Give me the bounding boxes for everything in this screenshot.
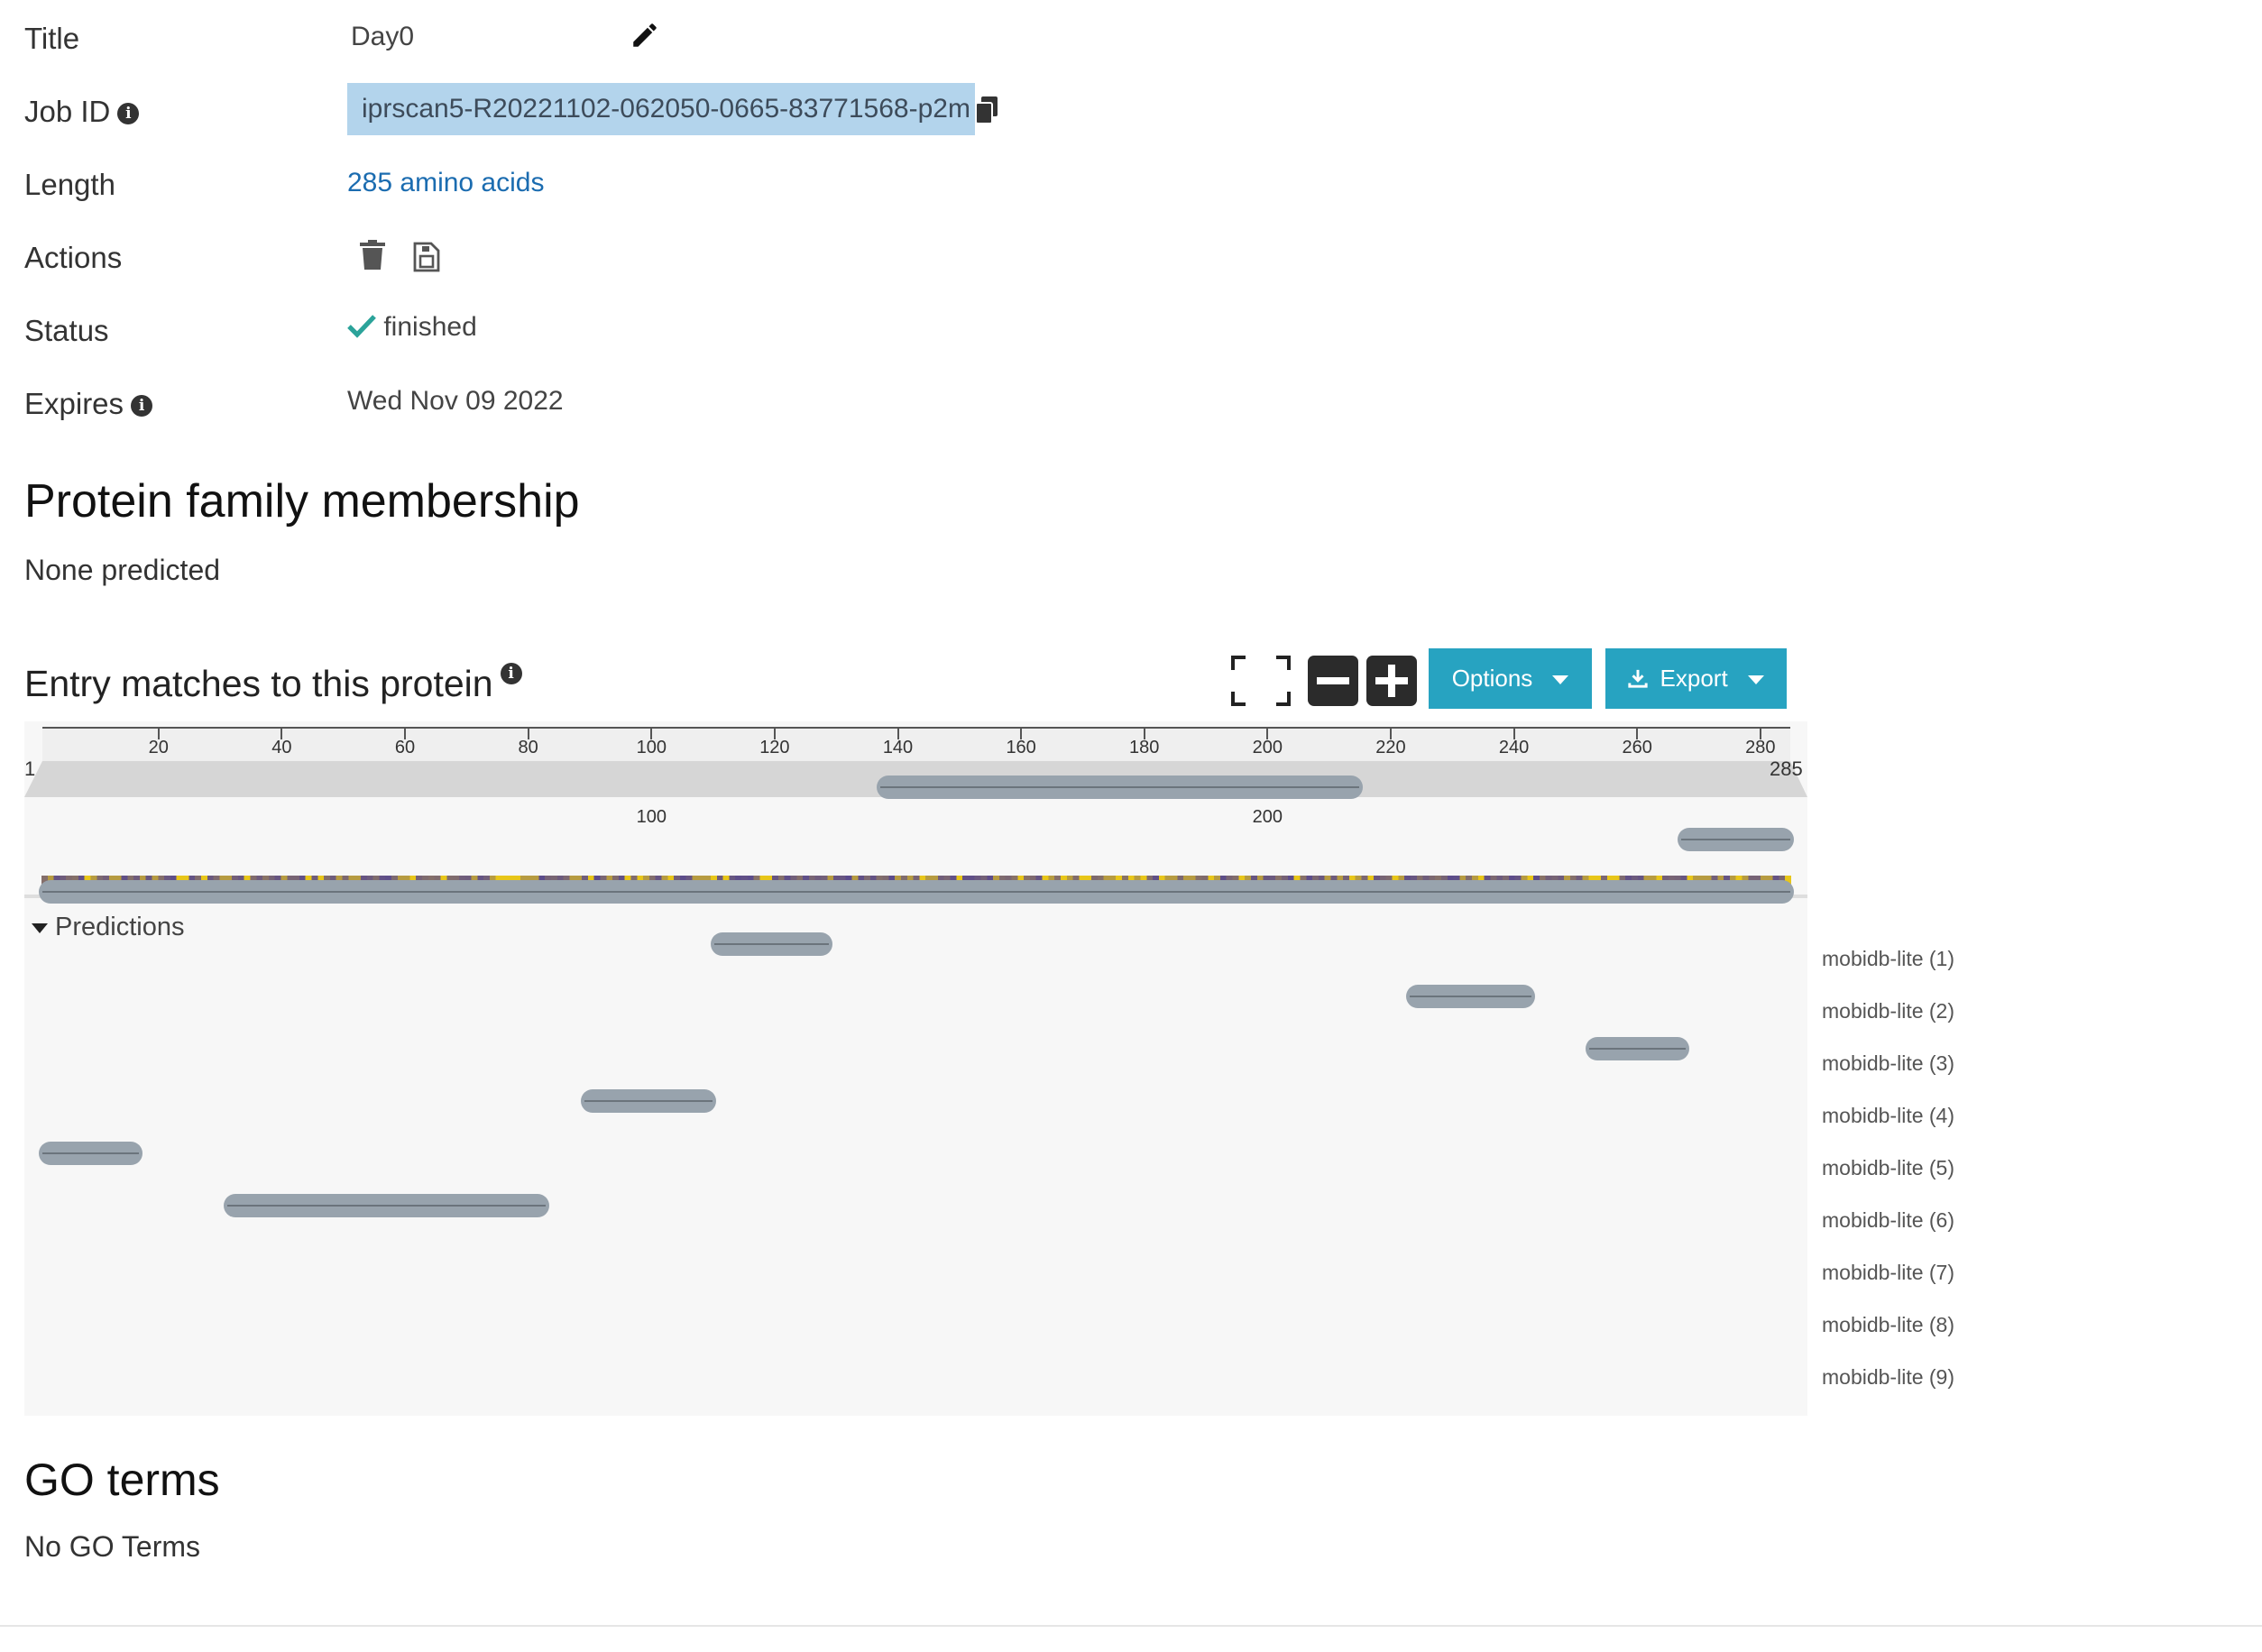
track-label[interactable]: mobidb-lite (9): [1822, 1365, 1954, 1390]
go-heading: GO terms: [24, 1455, 220, 1505]
track-label-column: mobidb-lite (1) mobidb-lite (2) mobidb-lit…: [0, 0, 2262, 1443]
track-label[interactable]: mobidb-lite (5): [1822, 1156, 1954, 1180]
track-label[interactable]: mobidb-lite (3): [1822, 1051, 1954, 1076]
track-label[interactable]: mobidb-lite (2): [1822, 999, 1954, 1023]
track-label[interactable]: mobidb-lite (4): [1822, 1104, 1954, 1128]
track-label[interactable]: mobidb-lite (6): [1822, 1208, 1954, 1233]
footer-divider: [0, 1625, 2262, 1627]
go-text: No GO Terms: [24, 1530, 200, 1563]
track-label[interactable]: mobidb-lite (8): [1822, 1313, 1954, 1337]
track-label[interactable]: mobidb-lite (7): [1822, 1261, 1954, 1285]
track-label[interactable]: mobidb-lite (1): [1822, 947, 1954, 971]
